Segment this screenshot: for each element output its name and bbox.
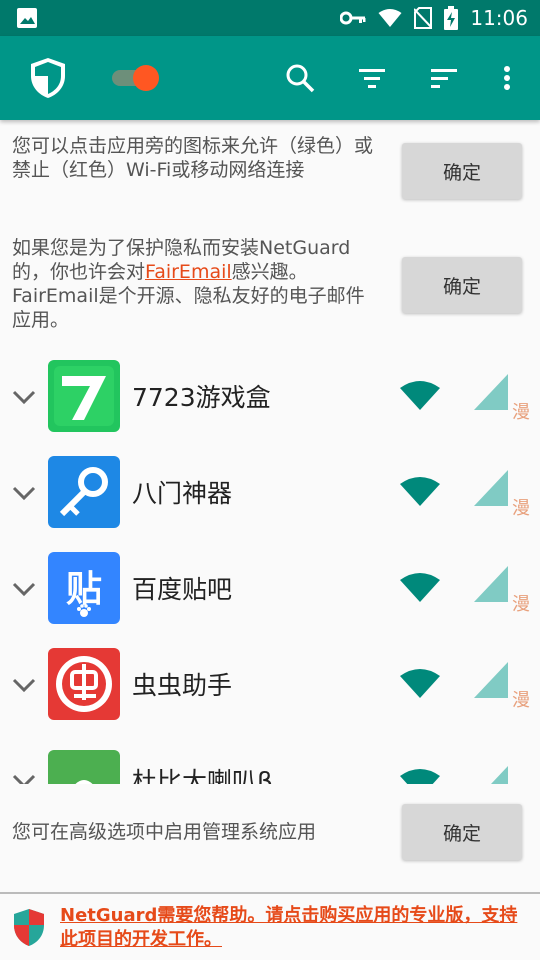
chevron-down-icon[interactable]: [12, 384, 36, 408]
app-name: 虫虫助手: [132, 671, 233, 700]
wifi-allowed-icon[interactable]: [400, 666, 440, 700]
status-bar: 11:06: [0, 0, 540, 36]
vpn-key-icon: [340, 11, 366, 25]
paw-icon: [77, 604, 91, 617]
mobile-data-allowed-icon[interactable]: [474, 468, 508, 506]
footer-banner[interactable]: NetGuard需要您帮助。请点击购买应用的专业版，支持此项目的开发工作。: [0, 892, 540, 960]
app-name: 7723游戏盒: [132, 383, 271, 412]
chevron-down-icon[interactable]: [12, 768, 36, 784]
wifi-allowed-icon[interactable]: [400, 378, 440, 412]
mobile-data-allowed-icon[interactable]: [474, 372, 508, 410]
ok-button[interactable]: 确定: [402, 804, 522, 860]
toggle-switch[interactable]: [110, 64, 162, 92]
ok-button[interactable]: 确定: [402, 257, 522, 313]
clock: 11:06: [470, 6, 528, 30]
overflow-menu-icon[interactable]: [491, 62, 523, 94]
netguard-shield-icon: [31, 58, 65, 98]
sort-icon[interactable]: [428, 62, 460, 94]
toolbar: [0, 36, 540, 120]
notice-fairemail: 如果您是为了保护隐私而安装NetGuard的，你也许会对FairEmail感兴趣…: [0, 230, 540, 344]
roaming-tag: 漫: [512, 402, 530, 423]
battery-charging-icon: [444, 6, 459, 30]
wifi-allowed-icon[interactable]: [400, 570, 440, 604]
app-row[interactable]: 贴 百度贴吧 漫: [0, 552, 540, 648]
app-row[interactable]: 虫虫助手 漫: [0, 648, 540, 744]
chevron-down-icon[interactable]: [12, 480, 36, 504]
app-row[interactable]: 八门神器 漫: [0, 456, 540, 552]
image-icon: [17, 8, 37, 28]
app-name: 百度贴吧: [132, 575, 233, 604]
chevron-down-icon[interactable]: [12, 672, 36, 696]
notice-system-apps: 您可在高级选项中启用管理系统应用 确定: [0, 784, 540, 892]
netguard-shield-icon: [14, 909, 44, 946]
mobile-data-allowed-icon[interactable]: [474, 564, 508, 602]
search-icon[interactable]: [284, 62, 316, 94]
app-icon-chongchong: [48, 648, 120, 720]
filter-icon[interactable]: [356, 62, 388, 94]
app-name: 杜比大喇叭β: [132, 767, 273, 784]
app-row[interactable]: 杜比大喇叭β: [0, 744, 540, 784]
app-icon-bamen: [48, 456, 120, 528]
no-sim-icon: [414, 7, 433, 29]
chevron-down-icon[interactable]: [12, 576, 36, 600]
app-name: 八门神器: [132, 479, 233, 508]
app-icon-tieba: 贴: [48, 552, 120, 624]
app-icon-dolby: [48, 750, 120, 784]
notice-permissions: 您可以点击应用旁的图标来允许（绿色）或禁止（红色）Wi-Fi或移动网络连接 确定: [0, 120, 540, 230]
notice-text: 您可在高级选项中启用管理系统应用: [12, 821, 317, 843]
app-icon-7723: [48, 360, 120, 432]
roaming-tag: 漫: [512, 690, 530, 711]
notice-text: 如果您是为了保护隐私而安装NetGuard的，你也许会对FairEmail感兴趣…: [12, 236, 382, 332]
roaming-tag: 漫: [512, 594, 530, 615]
roaming-tag: 漫: [512, 498, 530, 519]
mobile-data-allowed-icon[interactable]: [474, 764, 508, 784]
ok-button[interactable]: 确定: [402, 143, 522, 199]
wifi-allowed-icon[interactable]: [400, 474, 440, 508]
fairemail-link[interactable]: FairEmail: [145, 261, 232, 283]
notice-text: 您可以点击应用旁的图标来允许（绿色）或禁止（红色）Wi-Fi或移动网络连接: [12, 135, 374, 181]
wifi-allowed-icon[interactable]: [400, 766, 440, 784]
app-row[interactable]: 7723游戏盒 漫: [0, 360, 540, 456]
pro-upgrade-link[interactable]: NetGuard需要您帮助。请点击购买应用的专业版，支持此项目的开发工作。: [60, 904, 534, 952]
mobile-data-allowed-icon[interactable]: [474, 660, 508, 698]
wifi-icon: [378, 9, 402, 27]
